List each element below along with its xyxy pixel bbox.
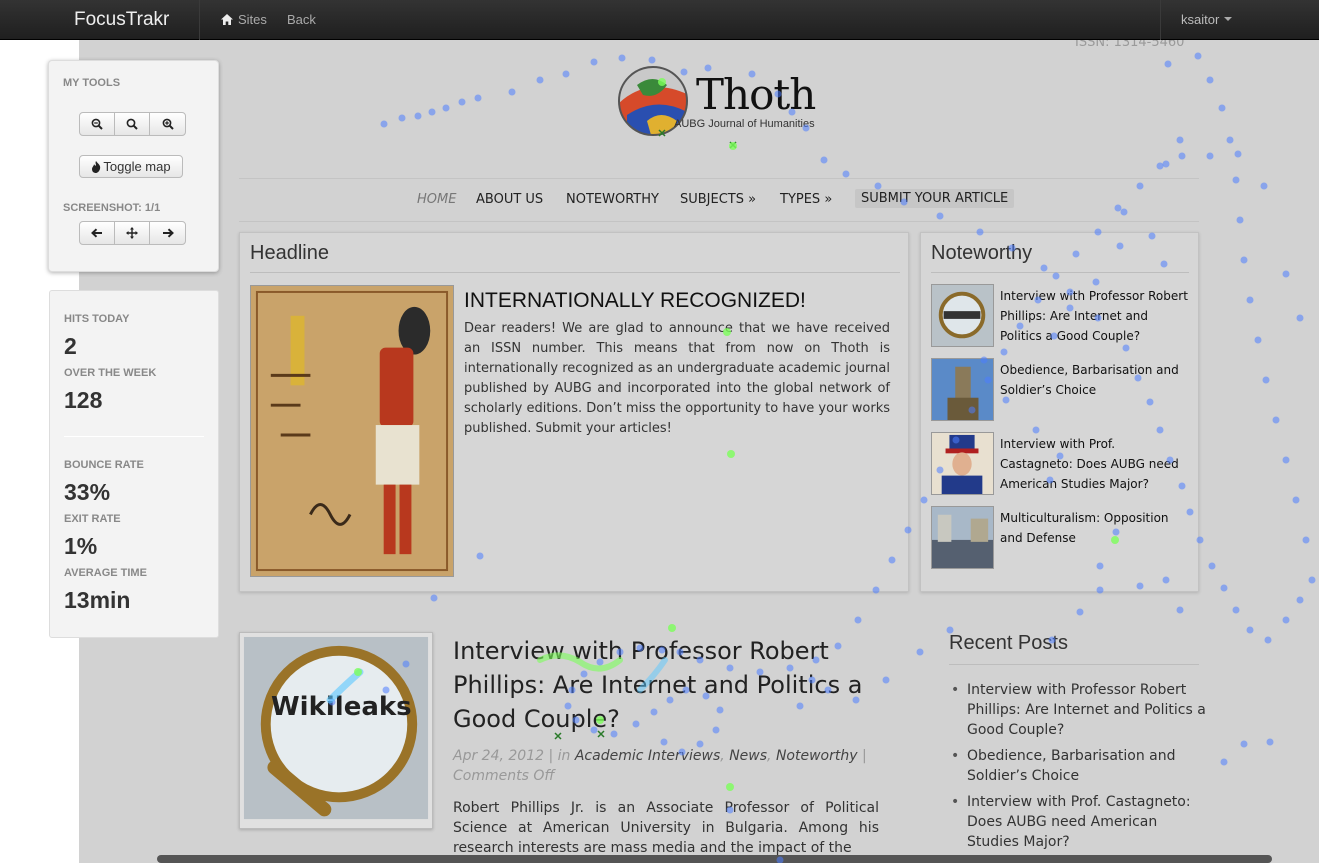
menu-about-us[interactable]: ABOUT US [476,192,543,207]
category-link[interactable]: News [729,748,767,764]
noteworthy-item-title: Obedience, Barbarisation and Soldier’s C… [1000,363,1179,397]
zoom-button-group [79,112,186,136]
issn-text: ISSN: 1314-5460 [1075,40,1185,50]
arrow-left-icon [91,228,102,238]
logo-subtitle: AUBG Journal of Humanities [674,118,815,130]
noteworthy-item-title: Interview with Professor Robert Phillips… [1000,289,1188,343]
my-tools-panel: MY TOOLS Toggle map SCREENSHOT: 1/1 [48,60,219,272]
statue-thumbnail [931,358,994,421]
arrow-right-icon [162,228,174,238]
divider [949,664,1199,665]
post-title[interactable]: Interview with Professor Robert Phillips… [453,634,873,736]
post-image-wikileaks[interactable] [239,632,433,829]
chevron-down-icon [1224,17,1233,21]
zoom-reset-button[interactable] [115,113,150,135]
screenshot-nav-group [79,221,186,245]
crowd-thumbnail [931,506,994,569]
nav-back-link[interactable]: Back [287,12,316,27]
post-meta: Apr 24, 2012 | in Academic Interviews, N… [453,748,867,784]
post-date: Apr 24, 2012 [453,748,545,764]
recent-post-link[interactable]: Interview with Prof. Castagneto: Does AU… [949,792,1209,852]
over-week-label: OVER THE WEEK [64,367,157,379]
menu-noteworthy[interactable]: NOTEWORTHY [566,192,659,207]
headline-body: Dear readers! We are glad to announce th… [464,321,890,436]
move-button[interactable] [115,222,150,244]
uncle-sam-thumbnail [931,432,994,495]
menu-types[interactable]: TYPES » [780,192,832,207]
over-week-value: 128 [64,387,103,413]
navbar-divider [1160,0,1161,40]
menu-home[interactable]: HOME [417,192,456,207]
navbar-divider [199,0,200,40]
toggle-map-label: Toggle map [103,159,171,174]
exit-rate-value: 1% [64,533,98,559]
bounce-rate-label: BOUNCE RATE [64,459,144,471]
stats-panel: HITS TODAY 2 OVER THE WEEK 128 BOUNCE RA… [49,290,219,638]
nav-sites-link[interactable]: Sites [220,12,267,27]
headline-heading[interactable]: INTERNATIONALLY RECOGNIZED! [464,289,806,313]
exit-rate-label: EXIT RATE [64,513,121,525]
fire-icon [92,160,101,173]
zoom-out-button[interactable] [80,113,115,135]
search-icon [126,118,138,130]
tracked-site-screenshot: ISSN: 1314-5460 Thoth AUBG Journal of Hu… [79,40,1319,863]
headline-section-title: Headline [250,242,329,264]
headline-panel: Headline INTERNATIONALLY RECOGNIZED! Dea… [239,232,909,592]
noteworthy-item-title: Interview with Prof. Castagneto: Does AU… [1000,437,1179,491]
recent-posts-title: Recent Posts [949,632,1068,654]
recent-post-link[interactable]: Interview with Professor Robert Phillips… [949,680,1209,740]
divider [250,272,900,273]
post-excerpt: Robert Phillips Jr. is an Associate Prof… [453,800,879,856]
noteworthy-item-title: Multiculturalism: Opposition and Defense [1000,511,1169,545]
app-brand[interactable]: FocusTrakr [74,9,169,31]
hits-today-value: 2 [64,333,77,359]
user-menu[interactable]: ksaitor [1181,12,1233,27]
hits-today-label: HITS TODAY [64,313,130,325]
divider [931,272,1189,273]
headline-image[interactable] [250,285,454,577]
user-name: ksaitor [1181,12,1220,27]
top-navbar: FocusTrakr Sites Back ksaitor [0,0,1319,40]
post-in-label: in [557,748,571,764]
bounce-rate-value: 33% [64,479,111,505]
category-link[interactable]: Noteworthy [776,748,858,764]
average-time-value: 13min [64,587,131,613]
move-icon [126,227,138,239]
average-time-label: AVERAGE TIME [64,567,147,579]
toggle-map-button[interactable]: Toggle map [79,155,183,178]
noteworthy-panel: Noteworthy Interview with Professor Robe… [920,232,1199,592]
menu-submit-article[interactable]: SUBMIT YOUR ARTICLE [855,189,1015,208]
recent-post-link[interactable]: Obedience, Barbarisation and Soldier’s C… [949,746,1209,786]
logo-title: Thoth [696,70,816,119]
category-link[interactable]: Academic Interviews [575,748,720,764]
screenshot-counter: SCREENSHOT: 1/1 [63,202,161,214]
post-comments: Comments Off [453,768,555,784]
my-tools-title: MY TOOLS [63,77,121,89]
menu-subjects[interactable]: SUBJECTS » [680,192,756,207]
horizontal-scrollbar[interactable] [157,855,1272,863]
zoom-in-icon [162,118,174,130]
post-image-label: Wikileaks [271,692,412,722]
nav-sites-label: Sites [238,12,267,27]
zoom-out-icon [91,118,103,130]
home-icon [221,14,233,25]
next-screenshot-button[interactable] [150,222,185,244]
noteworthy-section-title: Noteworthy [931,242,1033,264]
previous-screenshot-button[interactable] [80,222,115,244]
recent-posts-list: Interview with Professor Robert Phillips… [949,680,1209,858]
site-main-menu: HOME ABOUT US NOTEWORTHY SUBJECTS » TYPE… [239,178,1199,222]
zoom-in-button[interactable] [150,113,185,135]
divider [64,436,204,437]
wikileaks-thumbnail [931,284,994,347]
